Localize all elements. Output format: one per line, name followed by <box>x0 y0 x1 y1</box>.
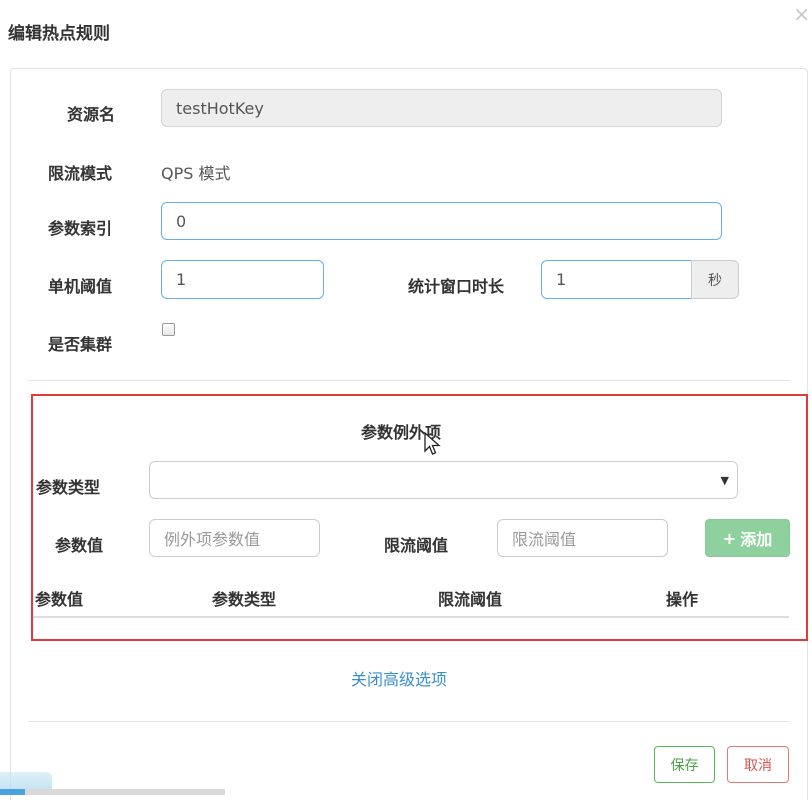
col-header-param-value: 参数值 <box>35 590 84 609</box>
window-unit-addon: 秒 <box>691 260 739 299</box>
threshold-input[interactable]: 1 <box>161 260 324 299</box>
divider <box>28 380 790 381</box>
mode-value: QPS 模式 <box>161 164 231 183</box>
col-header-limit: 限流阈值 <box>438 590 503 609</box>
footer-divider <box>28 721 790 722</box>
param-value-input[interactable]: 例外项参数值 <box>149 519 320 557</box>
param-index-input[interactable]: 0 <box>161 202 722 240</box>
resource-name-field: testHotKey <box>161 89 722 127</box>
dialog-title: 编辑热点规则 <box>8 24 110 44</box>
col-header-param-type: 参数类型 <box>212 590 277 609</box>
dialog-header: 编辑热点规则 × <box>0 0 812 58</box>
param-type-select[interactable]: ▼ <box>149 461 738 499</box>
resource-label: 资源名 <box>67 105 116 124</box>
window-duration-input[interactable]: 1 <box>541 260 692 299</box>
param-index-label: 参数索引 <box>48 219 113 238</box>
cancel-button[interactable]: 取消 <box>727 746 789 783</box>
cluster-label: 是否集群 <box>48 335 113 354</box>
plus-icon: + <box>722 528 737 548</box>
cluster-checkbox[interactable] <box>162 323 175 336</box>
page-scroll-progress-fill <box>0 789 25 795</box>
limit-input[interactable]: 限流阈值 <box>497 519 668 557</box>
page-scroll-progress <box>0 789 225 795</box>
mode-label: 限流模式 <box>48 164 113 183</box>
table-header-divider <box>33 616 789 618</box>
add-button-label: 添加 <box>740 530 773 549</box>
param-type-label: 参数类型 <box>36 478 101 497</box>
col-header-actions: 操作 <box>666 590 699 609</box>
mouse-cursor-icon <box>424 432 441 455</box>
close-icon[interactable]: × <box>793 4 810 24</box>
close-advanced-options-link[interactable]: 关闭高级选项 <box>351 666 447 690</box>
caret-down-icon: ▼ <box>720 474 729 487</box>
save-button[interactable]: 保存 <box>654 746 715 783</box>
threshold-label: 单机阈值 <box>48 277 113 296</box>
add-exception-button[interactable]: + 添加 <box>705 519 790 557</box>
param-value-label: 参数值 <box>55 536 104 555</box>
window-label: 统计窗口时长 <box>408 277 505 296</box>
limit-label: 限流阈值 <box>384 536 449 555</box>
